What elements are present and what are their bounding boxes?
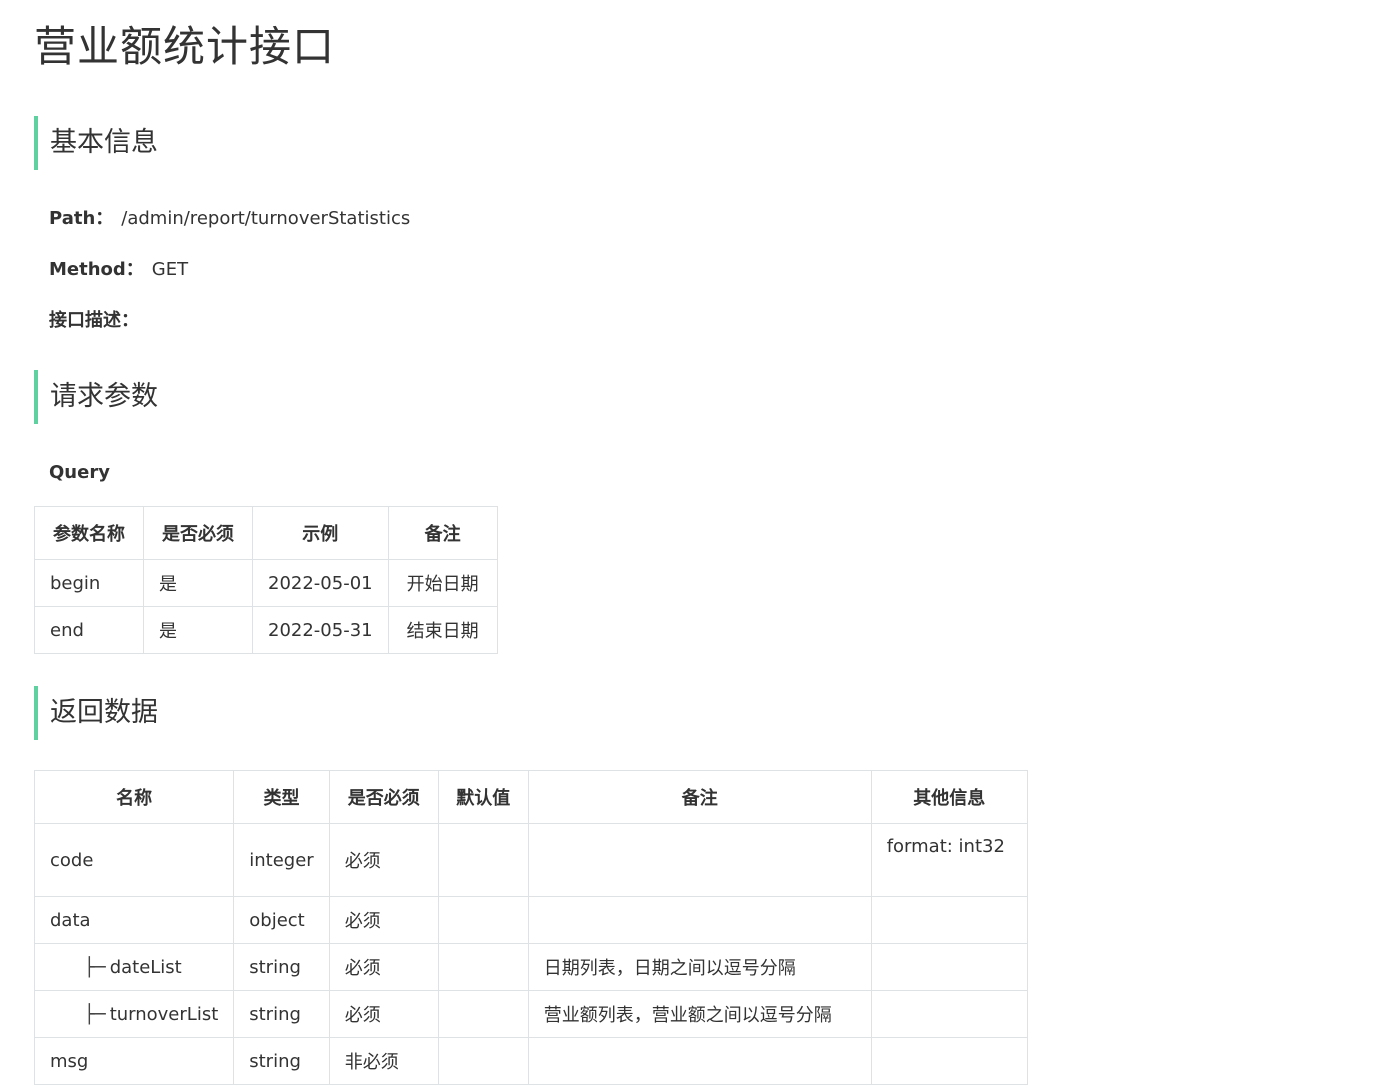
param-required: 是	[143, 559, 253, 607]
column-header: 示例	[252, 506, 389, 560]
field-note	[527, 1037, 872, 1085]
table-row: ├─ turnoverList string 必须 营业额列表，营业额之间以逗号分…	[33, 990, 1028, 1038]
field-required: 非必须	[328, 1037, 439, 1085]
column-header: 参数名称	[34, 506, 144, 560]
field-required: 必须	[328, 823, 439, 897]
field-name: msg	[33, 1037, 235, 1085]
column-header: 是否必须	[328, 770, 439, 824]
tree-branch-icon: ├─	[84, 1003, 106, 1025]
field-default	[437, 1037, 529, 1085]
field-name-cell: ├─ dateList	[33, 943, 235, 991]
column-header: 备注	[527, 770, 872, 824]
field-type: integer	[233, 823, 330, 897]
path-label: Path：	[49, 208, 114, 229]
page-title: 营业额统计接口	[34, 22, 336, 71]
table-row: end 是 2022-05-31 结束日期	[34, 606, 498, 654]
field-name: data	[33, 896, 235, 944]
param-example: 2022-05-01	[252, 559, 389, 607]
column-header: 备注	[387, 506, 498, 560]
field-other-info	[870, 896, 1028, 944]
response-table: 名称 类型 是否必须 默认值 备注 其他信息 code integer 必须 f…	[33, 770, 1028, 1085]
column-header: 类型	[233, 770, 330, 824]
field-name: code	[33, 823, 235, 897]
table-header-row: 参数名称 是否必须 示例 备注	[34, 506, 498, 560]
field-other-info	[870, 990, 1028, 1038]
field-name-cell: ├─ turnoverList	[33, 990, 235, 1038]
field-default	[437, 943, 529, 991]
column-header: 默认值	[437, 770, 529, 824]
column-header: 其他信息	[870, 770, 1028, 824]
field-note: 日期列表，日期之间以逗号分隔	[527, 943, 872, 991]
field-note	[527, 896, 872, 944]
param-required: 是	[143, 606, 253, 654]
field-other-info: format: int32	[870, 823, 1028, 897]
table-row: code integer 必须 format: int32	[33, 823, 1028, 897]
description-label: 接口描述：	[49, 310, 139, 331]
field-required: 必须	[328, 896, 439, 944]
query-params-table: 参数名称 是否必须 示例 备注 begin 是 2022-05-01 开始日期 …	[34, 506, 498, 654]
field-name: dateList	[109, 956, 182, 978]
field-type: object	[233, 896, 330, 944]
table-row: begin 是 2022-05-01 开始日期	[34, 559, 498, 607]
field-required: 必须	[328, 943, 439, 991]
description-line: 接口描述：	[49, 308, 139, 334]
method-label: Method：	[49, 259, 144, 280]
param-note: 开始日期	[387, 559, 498, 607]
param-name: begin	[34, 559, 144, 607]
param-name: end	[34, 606, 144, 654]
field-other-info	[870, 1037, 1028, 1085]
table-row: msg string 非必须	[33, 1037, 1028, 1085]
field-required: 必须	[328, 990, 439, 1038]
table-row: data object 必须	[33, 896, 1028, 944]
query-label: Query	[49, 462, 110, 483]
field-type: string	[233, 990, 330, 1038]
field-note: 营业额列表，营业额之间以逗号分隔	[527, 990, 872, 1038]
field-type: string	[233, 943, 330, 991]
table-row: ├─ dateList string 必须 日期列表，日期之间以逗号分隔	[33, 943, 1028, 991]
field-default	[437, 823, 529, 897]
path-line: Path： /admin/report/turnoverStatistics	[49, 206, 410, 232]
section-heading-response: 返回数据	[34, 686, 158, 740]
column-header: 是否必须	[143, 506, 253, 560]
field-name: turnoverList	[109, 1003, 219, 1025]
field-type: string	[233, 1037, 330, 1085]
method-line: Method： GET	[49, 257, 188, 283]
method-value: GET	[151, 259, 189, 280]
param-example: 2022-05-31	[252, 606, 389, 654]
path-value: /admin/report/turnoverStatistics	[121, 208, 411, 229]
field-other-info	[870, 943, 1028, 991]
section-heading-request: 请求参数	[34, 370, 158, 424]
table-header-row: 名称 类型 是否必须 默认值 备注 其他信息	[33, 770, 1028, 824]
section-heading-basic: 基本信息	[34, 116, 158, 170]
column-header: 名称	[33, 770, 235, 824]
field-default	[437, 990, 529, 1038]
field-default	[437, 896, 529, 944]
field-note	[527, 823, 872, 897]
tree-branch-icon: ├─	[84, 956, 106, 978]
param-note: 结束日期	[387, 606, 498, 654]
